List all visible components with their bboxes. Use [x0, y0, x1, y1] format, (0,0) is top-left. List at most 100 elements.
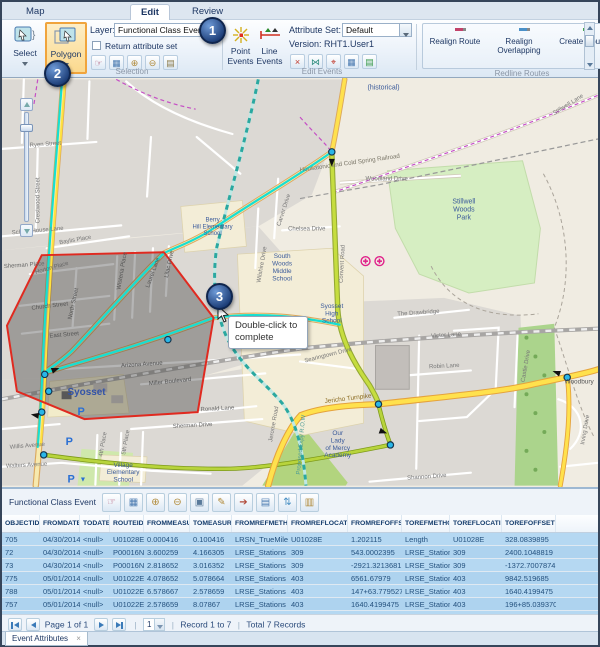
tab-event-attributes-label: Event Attributes: [12, 634, 68, 643]
map-label: Syosset: [68, 387, 107, 398]
options-icon[interactable]: ▥: [300, 493, 319, 512]
route-node-icon[interactable]: [46, 388, 52, 394]
select-button-label: Select: [13, 48, 37, 58]
realign-overlapping-button[interactable]: Realign Overlapping: [487, 24, 551, 66]
svg-text:}: }: [32, 30, 36, 41]
tree-icon: [542, 430, 546, 434]
highlight-selection-icon[interactable]: ☞: [102, 493, 121, 512]
return-attribute-set-checkbox[interactable]: [92, 41, 101, 50]
table-row[interactable]: 77505/01/2014<null>U01022E4.0786525.0786…: [2, 572, 598, 584]
page-number-dropdown-button[interactable]: [155, 618, 165, 631]
column-header-frommeasure[interactable]: FROMMEASURE: [144, 515, 190, 532]
pan-to-feature-icon[interactable]: ⊖: [168, 493, 187, 512]
route-node-icon[interactable]: [39, 409, 45, 415]
close-icon[interactable]: ×: [76, 634, 81, 643]
table-cell: 05/01/2014: [40, 598, 80, 610]
zoom-in-button[interactable]: [20, 98, 33, 111]
column-header-fromrefmethod[interactable]: FROMREFMETHOD: [232, 515, 288, 532]
table-row[interactable]: 70504/30/2014<null>U01028E0.0004160.1004…: [2, 533, 598, 545]
column-header-objectid[interactable]: OBJECTID: [2, 515, 40, 532]
select-button[interactable]: } Select: [9, 22, 41, 74]
point-events-button[interactable]: Point Events: [226, 22, 255, 74]
route-node-icon[interactable]: [375, 401, 381, 407]
zoom-slider-handle[interactable]: [20, 124, 33, 132]
column-header-torefoffset[interactable]: TOREFOFFSET: [502, 515, 556, 532]
map-label: Chelsea Drive: [288, 226, 326, 232]
attribute-set-label: Attribute Set:: [289, 25, 341, 35]
sort-icon[interactable]: ⇅: [278, 493, 297, 512]
page-number-input[interactable]: 1: [143, 618, 155, 631]
column-header-routeid[interactable]: ROUTEID: [110, 515, 144, 532]
table-row[interactable]: 75705/01/2014<null>U01022E2.5786598.0786…: [2, 598, 598, 610]
layer-dropdown[interactable]: Functional Class Event: [114, 23, 211, 37]
table-cell: 403: [288, 572, 348, 584]
route-node-icon[interactable]: [41, 452, 47, 458]
column-header-tomeasure[interactable]: TOMEASURE: [190, 515, 232, 532]
table-row[interactable]: 7304/30/2014<null>P00016N2.8186523.01635…: [2, 559, 598, 571]
scroll-down-icon[interactable]: [585, 60, 594, 69]
tab-edit[interactable]: Edit: [130, 4, 170, 20]
tab-event-attributes[interactable]: Event Attributes ×: [5, 632, 88, 646]
table-cell: <null>: [80, 572, 110, 584]
table-cell: Length: [402, 533, 450, 545]
route-node-icon[interactable]: [329, 149, 335, 155]
attribute-set-dropdown-button[interactable]: [399, 23, 412, 37]
table-cell: 05/01/2014: [40, 585, 80, 597]
hospital-icon: [361, 257, 370, 266]
redline-button-label: Realign Overlapping: [487, 37, 551, 55]
scroll-up-icon[interactable]: [585, 26, 594, 35]
route-node-icon[interactable]: [42, 371, 48, 377]
table-cell: U01022E: [110, 598, 144, 610]
column-header-todate[interactable]: TODATE: [80, 515, 110, 532]
table-cell: 0.000416: [144, 533, 190, 545]
table-cell: 1.202115: [348, 533, 402, 545]
table-cell: 3.016352: [190, 559, 232, 571]
save-icon[interactable]: ▣: [190, 493, 209, 512]
table-cell: 8.07867: [190, 598, 232, 610]
table-row[interactable]: 78805/01/2014<null>U01022E6.5786672.5786…: [2, 585, 598, 597]
map-canvas[interactable]: (historical)Housatonic and Cold Spring R…: [2, 78, 598, 487]
ribbon-scrollbar[interactable]: [584, 22, 595, 70]
record-range-label: Record 1 to 7: [180, 620, 231, 630]
table-cell: 3.600259: [144, 546, 190, 558]
map-label: (historical): [368, 84, 400, 91]
tooltip: Double-click to complete: [228, 316, 308, 349]
prev-page-button[interactable]: [26, 618, 40, 631]
total-records-label: Total 7 Records: [246, 620, 305, 630]
point-events-icon: [231, 25, 251, 45]
edit-attributes-icon[interactable]: ✎: [212, 493, 231, 512]
last-page-button[interactable]: [112, 618, 126, 631]
show-table-icon[interactable]: ▦: [124, 493, 143, 512]
table-cell: <null>: [80, 533, 110, 545]
tree-icon: [542, 373, 546, 377]
export-icon[interactable]: ➔: [234, 493, 253, 512]
tree-icon: [524, 392, 528, 396]
first-page-button[interactable]: [8, 618, 22, 631]
column-header-toreflocation[interactable]: TOREFLOCATION: [450, 515, 502, 532]
attribute-set-dropdown[interactable]: Default: [342, 23, 400, 37]
column-header-fromrefoffset[interactable]: FROMREFOFFSET: [348, 515, 402, 532]
column-header-fromdate[interactable]: FROMDATE: [40, 515, 80, 532]
column-header-fromreflocation[interactable]: FROMREFLOCATION: [288, 515, 348, 532]
zoom-to-feature-icon[interactable]: ⊕: [146, 493, 165, 512]
polygon-tool-icon: [53, 26, 79, 48]
table-cell: 196+85.0393701: [502, 598, 556, 610]
table-cell: 309: [288, 559, 348, 571]
redline-symbol-icon: [508, 28, 530, 31]
table-cell: 403: [288, 585, 348, 597]
table-cell: LRSE_Stations: [402, 585, 450, 597]
column-header-torefmethod[interactable]: TOREFMETHOD: [402, 515, 450, 532]
scrollbar-thumb[interactable]: [585, 35, 594, 47]
tab-map[interactable]: Map: [16, 4, 54, 20]
next-page-button[interactable]: [94, 618, 108, 631]
table-row[interactable]: 7204/30/2014<null>P00016N3.6002594.16630…: [2, 546, 598, 558]
route-node-icon[interactable]: [387, 442, 393, 448]
table-cell: 147+63.7795276: [348, 585, 402, 597]
realign-route-button[interactable]: Realign Route: [423, 24, 487, 66]
table-cell: 403: [450, 598, 502, 610]
zoom-out-button[interactable]: [20, 224, 33, 237]
table-cell: LRSE_Stations: [402, 559, 450, 571]
route-node-icon[interactable]: [165, 336, 171, 342]
attribute-window-icon[interactable]: ▤: [256, 493, 275, 512]
map-zoom-slider[interactable]: [20, 98, 42, 238]
